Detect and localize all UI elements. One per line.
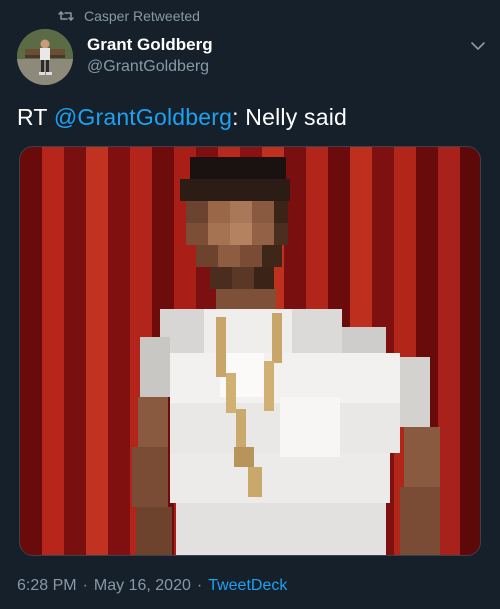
retweet-indicator[interactable]: Casper Retweeted (58, 6, 200, 26)
tweet-date[interactable]: May 16, 2020 (94, 577, 191, 594)
tweet-rest: : Nelly said (232, 104, 348, 130)
chevron-down-icon[interactable] (469, 37, 487, 55)
tweet-time[interactable]: 6:28 PM (17, 577, 77, 594)
retweet-icon (58, 8, 74, 24)
avatar[interactable] (17, 29, 73, 85)
tweet-text: RT @GrantGoldberg: Nelly said (17, 100, 347, 134)
author-handle[interactable]: @GrantGoldberg (87, 56, 213, 78)
tweet-mention-link[interactable]: @GrantGoldberg (54, 104, 232, 130)
meta-separator: · (196, 577, 203, 594)
tweet-media-image[interactable] (19, 146, 481, 556)
tweet-meta: 6:28 PM · May 16, 2020 · TweetDeck (17, 575, 287, 597)
meta-separator: · (82, 577, 88, 594)
tweet-header: Grant Goldberg @GrantGoldberg (17, 29, 487, 85)
tweet-prefix: RT (17, 104, 54, 130)
retweet-label: Casper Retweeted (84, 8, 200, 24)
author-names[interactable]: Grant Goldberg @GrantGoldberg (87, 35, 213, 78)
author-display-name[interactable]: Grant Goldberg (87, 35, 213, 55)
tweet-source-link[interactable]: TweetDeck (208, 577, 287, 594)
